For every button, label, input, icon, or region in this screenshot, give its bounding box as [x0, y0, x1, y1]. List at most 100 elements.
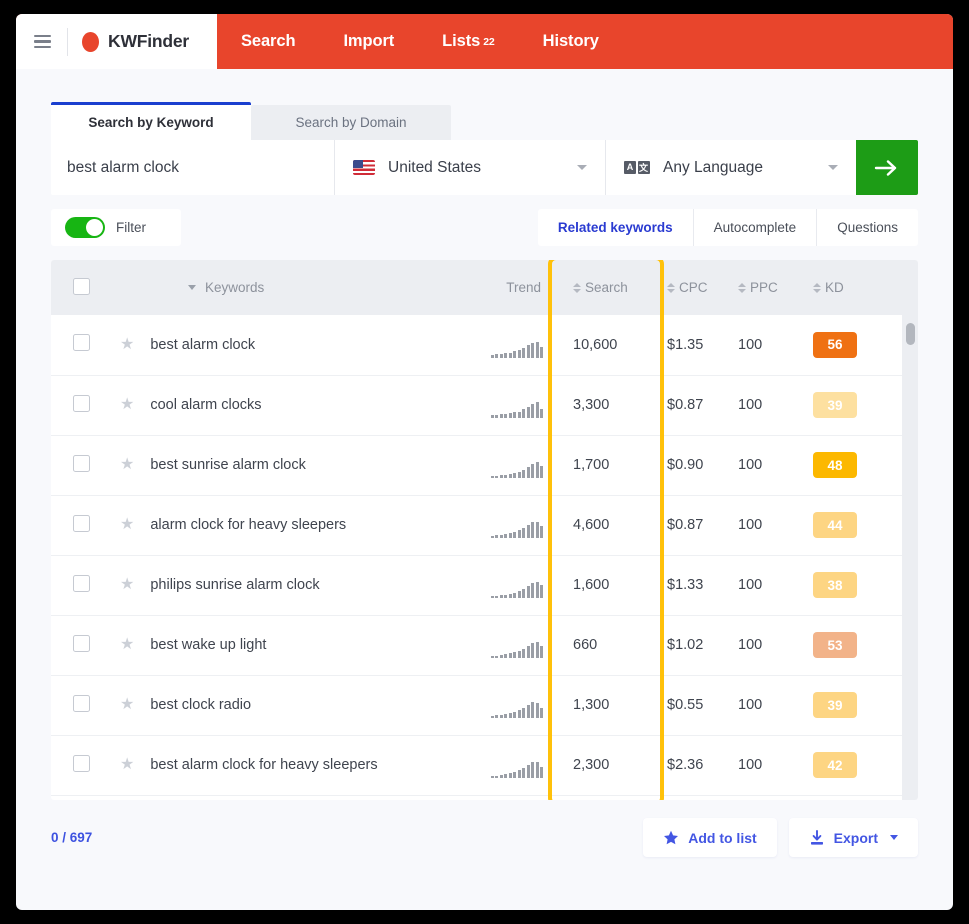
table-scrollbar-thumb[interactable] [906, 323, 915, 345]
keyword-cell: ★ best alarm clock for heavy sleepers [108, 735, 453, 795]
search-input-row: best alarm clock United States A文 Any La… [51, 140, 918, 195]
tab-autocomplete[interactable]: Autocomplete [694, 209, 818, 246]
location-select[interactable]: United States [335, 140, 605, 195]
arrow-right-icon [874, 159, 897, 176]
table-row[interactable]: ★ alarm clock for heavy sleepers 4,600 $… [51, 495, 918, 555]
trend-sparkline-icon [453, 692, 553, 718]
tab-search-by-domain[interactable]: Search by Domain [251, 105, 451, 140]
table-row[interactable]: ★ best clock radio 1,300 $0.55 100 39 [51, 675, 918, 735]
keyword-text: best sunrise alarm clock [150, 457, 306, 473]
ppc-cell: 100 [738, 517, 763, 533]
row-select-cell [51, 435, 108, 495]
app-window: KWFinder Search Import Lists 22 History … [16, 14, 953, 910]
cpc-cell: $0.90 [667, 457, 704, 473]
search-submit-button[interactable] [856, 140, 918, 195]
nav-item-search[interactable]: Search [217, 14, 319, 69]
keyword-text: philips sunrise alarm clock [150, 577, 320, 593]
filter-toggle[interactable]: Filter [51, 209, 181, 246]
row-checkbox[interactable] [73, 454, 90, 472]
favorite-star-icon[interactable]: ★ [120, 336, 134, 353]
favorite-star-icon[interactable]: ★ [120, 397, 134, 413]
row-checkbox[interactable] [73, 394, 90, 412]
cpc-cell: $1.35 [667, 336, 704, 353]
row-checkbox[interactable] [73, 574, 90, 592]
kd-badge: 39 [813, 392, 857, 418]
keyword-cell: ★ best sunrise alarm clock [108, 435, 453, 495]
select-all-checkbox[interactable] [73, 277, 90, 295]
favorite-star-icon[interactable]: ★ [120, 457, 134, 473]
row-checkbox[interactable] [73, 634, 90, 652]
keyword-text: best alarm clock [150, 336, 256, 353]
nav-item-import[interactable]: Import [319, 14, 418, 69]
row-checkbox[interactable] [73, 514, 90, 532]
trend-sparkline-icon [453, 572, 553, 598]
favorite-star-icon[interactable]: ★ [120, 697, 134, 713]
row-select-cell [51, 615, 108, 675]
ppc-cell: 100 [738, 397, 763, 413]
translate-icon: A文 [624, 160, 650, 175]
header-cpc[interactable]: CPC [659, 260, 733, 315]
chevron-down-icon [828, 165, 838, 170]
brand-logo[interactable]: KWFinder [82, 31, 189, 52]
header-kd-label: KD [825, 280, 844, 295]
keyword-text: alarm clock for heavy sleepers [150, 517, 347, 533]
nav-item-lists[interactable]: Lists 22 [418, 14, 519, 69]
header-cpc-label: CPC [679, 280, 708, 295]
header-ppc[interactable]: PPC [733, 260, 807, 315]
kd-badge: 44 [813, 512, 857, 538]
keyword-input[interactable]: best alarm clock [51, 140, 334, 195]
cpc-cell: $0.55 [667, 697, 704, 713]
search-mode-tabs: Search by Keyword Search by Domain [51, 102, 918, 140]
table-scrollbar[interactable] [902, 315, 918, 800]
table-body: ★ best alarm clock 10,600 $1.35 100 56 ★… [51, 315, 918, 795]
search-volume-cell: 1,700 [573, 457, 610, 473]
favorite-star-icon[interactable]: ★ [120, 577, 134, 593]
row-checkbox[interactable] [73, 694, 90, 712]
tab-search-by-keyword-label: Search by Keyword [88, 115, 214, 130]
table-row[interactable]: ★ best wake up light 660 $1.02 100 53 [51, 615, 918, 675]
filter-label: Filter [116, 220, 146, 235]
row-select-cell [51, 675, 108, 735]
table-row[interactable]: ★ best alarm clock for heavy sleepers 2,… [51, 735, 918, 795]
ppc-cell: 100 [738, 637, 763, 653]
nav-item-search-label: Search [241, 32, 296, 50]
cpc-cell: $0.87 [667, 517, 704, 533]
favorite-star-icon[interactable]: ★ [120, 517, 134, 533]
table-row[interactable]: ★ cool alarm clocks 3,300 $0.87 100 39 [51, 375, 918, 435]
tab-questions[interactable]: Questions [817, 209, 918, 246]
add-to-list-button[interactable]: Add to list [643, 818, 777, 857]
tab-autocomplete-label: Autocomplete [713, 220, 797, 235]
tab-search-by-keyword[interactable]: Search by Keyword [51, 102, 251, 140]
trend-sparkline-icon [453, 632, 553, 658]
search-volume-cell: 660 [573, 637, 598, 653]
tab-related-keywords[interactable]: Related keywords [538, 209, 694, 246]
header-trend: Trend [453, 260, 553, 315]
top-navigation-bar: KWFinder Search Import Lists 22 History [16, 14, 953, 69]
favorite-star-icon[interactable]: ★ [120, 637, 134, 653]
hamburger-icon[interactable] [32, 33, 53, 51]
kd-badge: 48 [813, 452, 857, 478]
search-volume-cell: 3,300 [573, 397, 610, 413]
us-flag-icon [353, 160, 375, 175]
header-kd[interactable]: KD [807, 260, 918, 315]
row-checkbox[interactable] [73, 754, 90, 772]
favorite-star-icon[interactable]: ★ [120, 757, 134, 773]
trend-cell [453, 555, 553, 615]
trend-cell [453, 735, 553, 795]
row-checkbox[interactable] [73, 334, 90, 352]
table-row[interactable]: ★ best sunrise alarm clock 1,700 $0.90 1… [51, 435, 918, 495]
filter-switch-icon[interactable] [65, 217, 105, 238]
language-select[interactable]: A文 Any Language [606, 140, 856, 195]
sort-icon [573, 282, 581, 293]
cpc-cell: $2.36 [667, 757, 704, 773]
nav-item-history[interactable]: History [519, 14, 623, 69]
export-label: Export [833, 829, 878, 846]
trend-cell [453, 435, 553, 495]
keyword-cell: ★ best alarm clock [108, 315, 453, 375]
header-keywords[interactable]: Keywords [108, 260, 453, 315]
table-row[interactable]: ★ best alarm clock 10,600 $1.35 100 56 [51, 315, 918, 375]
export-button[interactable]: Export [788, 818, 918, 857]
trend-cell [453, 375, 553, 435]
table-row[interactable]: ★ philips sunrise alarm clock 1,600 $1.3… [51, 555, 918, 615]
header-search-volume[interactable]: Search [553, 260, 659, 315]
